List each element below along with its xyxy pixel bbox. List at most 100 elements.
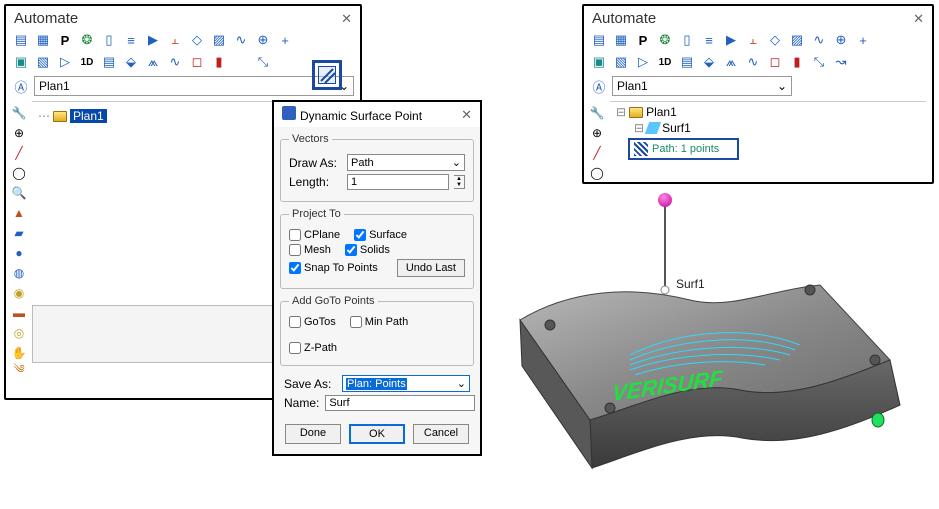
done-button[interactable]: Done: [285, 424, 341, 444]
model-viewport: VERISURF Surf1: [480, 190, 920, 500]
diamond-icon[interactable]: ◇: [766, 31, 784, 49]
target2-icon[interactable]: ⊕: [588, 125, 606, 141]
p-icon[interactable]: P: [56, 31, 74, 49]
sphere-icon[interactable]: ●: [10, 245, 28, 261]
grid-icon[interactable]: ▦: [612, 31, 630, 49]
hatch-icon[interactable]: ▨: [210, 31, 228, 49]
minpath-checkbox[interactable]: Min Path: [350, 316, 408, 328]
curve-icon[interactable]: ∿: [166, 53, 184, 71]
line-icon[interactable]: ╱: [10, 145, 28, 161]
close-icon[interactable]: ✕: [341, 11, 352, 27]
plan-dropdown[interactable]: Plan1 ⌄: [34, 76, 354, 96]
diamond-icon[interactable]: ◇: [188, 31, 206, 49]
tree-root-row[interactable]: ⊟ Plan1: [614, 104, 922, 120]
surface-checkbox[interactable]: Surface: [354, 229, 407, 241]
zpath-checkbox[interactable]: Z-Path: [289, 342, 337, 354]
play-icon[interactable]: ▶: [144, 31, 162, 49]
cube-icon[interactable]: ▣: [590, 53, 608, 71]
list-icon[interactable]: ▤: [590, 31, 608, 49]
undo-last-button[interactable]: Undo Last: [397, 259, 465, 277]
cube2-icon[interactable]: ▧: [612, 53, 630, 71]
plan-dropdown[interactable]: Plan1 ⌄: [612, 76, 792, 96]
chart-icon[interactable]: ⬙: [700, 53, 718, 71]
cancel-button[interactable]: Cancel: [413, 424, 469, 444]
square-icon[interactable]: ◻: [188, 53, 206, 71]
robot-icon[interactable]: ⫠: [744, 31, 762, 49]
format-icon[interactable]: Ⓐ: [12, 77, 30, 95]
draw-as-label: Draw As:: [289, 156, 341, 170]
tree-root-label: Plan1: [646, 105, 677, 119]
format-icon[interactable]: Ⓐ: [590, 77, 608, 95]
length-input[interactable]: 1: [347, 174, 449, 190]
tree-surf-row[interactable]: ⊟ Surf1: [632, 120, 922, 136]
strike-icon[interactable]: ⤡: [810, 53, 828, 71]
doc-icon[interactable]: ▯: [100, 31, 118, 49]
disc2-icon[interactable]: ◎: [10, 325, 28, 341]
1d-icon[interactable]: 1D: [78, 53, 96, 71]
save-as-select[interactable]: Plan: Points ⌄: [342, 375, 470, 392]
circle-icon[interactable]: ◯: [588, 165, 606, 181]
ok-button[interactable]: OK: [349, 424, 405, 444]
cplane-checkbox[interactable]: CPlane: [289, 229, 340, 241]
target2-icon[interactable]: ⊕: [10, 125, 28, 141]
bars-icon[interactable]: ≡: [700, 31, 718, 49]
tree-expander[interactable]: ⊟: [634, 121, 644, 135]
mesh-checkbox[interactable]: Mesh: [289, 244, 331, 256]
wrench-icon[interactable]: 🔧: [588, 105, 606, 121]
solids-checkbox[interactable]: Solids: [345, 244, 390, 256]
tree-expander[interactable]: ⊟: [616, 105, 626, 119]
bug-icon[interactable]: ❂: [656, 31, 674, 49]
cone-icon[interactable]: ▲: [10, 205, 28, 221]
swoosh-icon[interactable]: ∿: [810, 31, 828, 49]
length-spinner[interactable]: ▲▼: [454, 175, 465, 189]
cube2-icon[interactable]: ▧: [34, 53, 52, 71]
cyl-icon[interactable]: ▬: [10, 305, 28, 321]
doc-icon[interactable]: ▯: [678, 31, 696, 49]
snap-checkbox[interactable]: Snap To Points: [289, 262, 378, 274]
graph-icon[interactable]: ⩕: [144, 53, 162, 71]
plus-icon[interactable]: +: [276, 31, 294, 49]
panel-title: Automate: [592, 10, 656, 27]
close-icon[interactable]: ✕: [461, 107, 472, 123]
grid-icon[interactable]: ▦: [34, 31, 52, 49]
strike-icon[interactable]: ⤡: [254, 53, 272, 71]
thermo-icon[interactable]: ▮: [210, 53, 228, 71]
name-input[interactable]: [325, 395, 475, 411]
1d-icon[interactable]: 1D: [656, 53, 674, 71]
grid2-icon[interactable]: ▤: [678, 53, 696, 71]
bug-icon[interactable]: ❂: [78, 31, 96, 49]
play-icon[interactable]: ▶: [722, 31, 740, 49]
draw-as-select[interactable]: Path ⌄: [347, 154, 465, 171]
close-icon[interactable]: ✕: [913, 11, 924, 27]
swoosh-icon[interactable]: ∿: [232, 31, 250, 49]
plus-icon[interactable]: +: [854, 31, 872, 49]
play2-icon[interactable]: ▷: [634, 53, 652, 71]
target-icon[interactable]: ⊕: [254, 31, 272, 49]
circle-icon[interactable]: ◯: [10, 165, 28, 181]
play2-icon[interactable]: ▷: [56, 53, 74, 71]
square-icon[interactable]: ◻: [766, 53, 784, 71]
line-icon[interactable]: ╱: [588, 145, 606, 161]
wrench-icon[interactable]: 🔧: [10, 105, 28, 121]
chart-icon[interactable]: ⬙: [122, 53, 140, 71]
disc-icon[interactable]: ◉: [10, 285, 28, 301]
target-icon[interactable]: ⊕: [832, 31, 850, 49]
robot-icon[interactable]: ⫠: [166, 31, 184, 49]
misc-icon[interactable]: ↝: [832, 53, 850, 71]
thermo-icon[interactable]: ▮: [788, 53, 806, 71]
p-icon[interactable]: P: [634, 31, 652, 49]
list-icon[interactable]: ▤: [12, 31, 30, 49]
swirl-icon[interactable]: ༄: [10, 365, 28, 381]
gotos-checkbox[interactable]: GoTos: [289, 316, 336, 328]
box-icon[interactable]: ▰: [10, 225, 28, 241]
tree-path-highlight[interactable]: Path: 1 points: [628, 138, 739, 160]
hatch-icon[interactable]: ▨: [788, 31, 806, 49]
search-icon[interactable]: 🔍: [10, 185, 28, 201]
blank-icon[interactable]: [232, 53, 250, 71]
graph-icon[interactable]: ⩕: [722, 53, 740, 71]
torus-icon[interactable]: ◍: [10, 265, 28, 281]
bars-icon[interactable]: ≡: [122, 31, 140, 49]
grid2-icon[interactable]: ▤: [100, 53, 118, 71]
curve-icon[interactable]: ∿: [744, 53, 762, 71]
cube-icon[interactable]: ▣: [12, 53, 30, 71]
